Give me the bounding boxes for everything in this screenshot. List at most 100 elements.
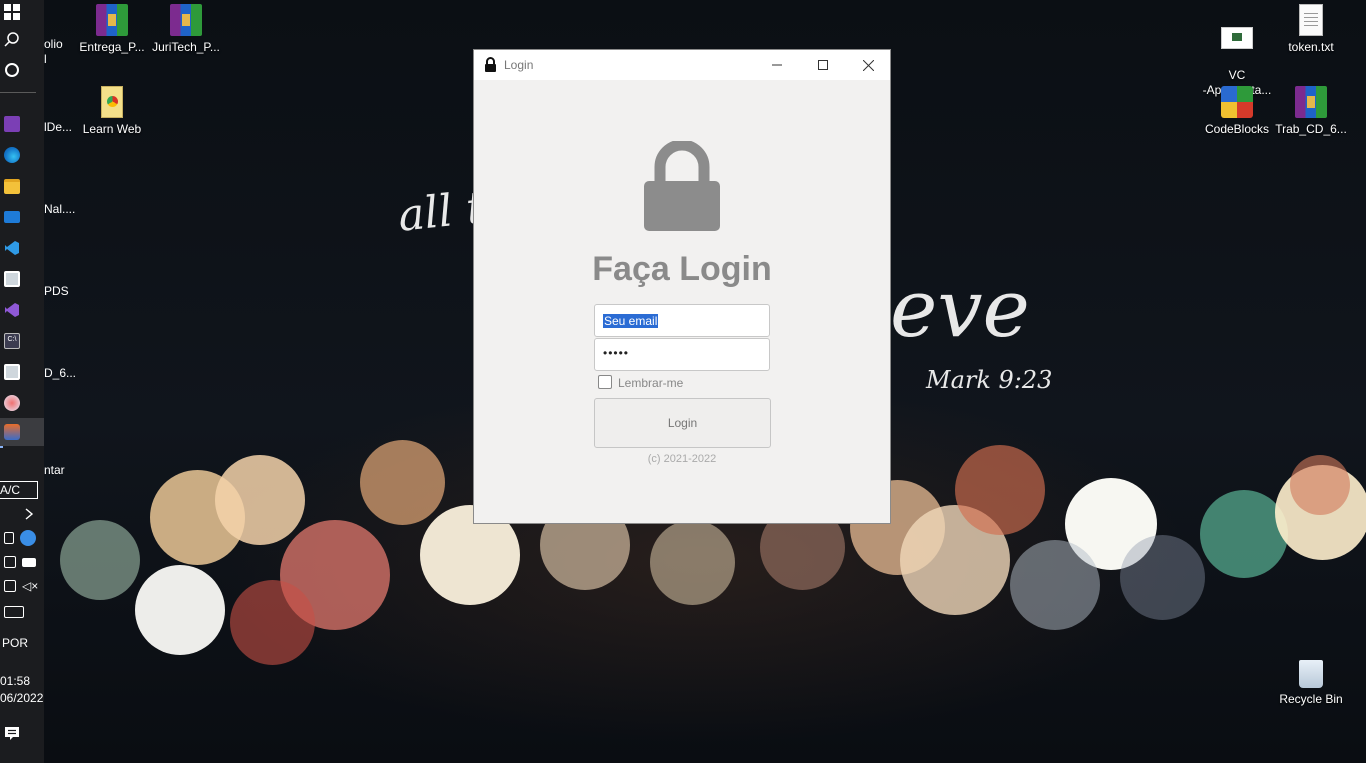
- maximize-icon: [818, 60, 828, 70]
- bokeh-light: [135, 565, 225, 655]
- desktop-icon-label: token.txt: [1288, 40, 1334, 54]
- wallpaper-text-right: eve: [890, 262, 1030, 355]
- clock-time[interactable]: 01:58: [0, 674, 30, 688]
- desktop-icon-entrega[interactable]: Entrega_P...: [74, 4, 150, 55]
- battery-icon[interactable]: [22, 557, 36, 567]
- app-window-icon: [4, 364, 20, 380]
- window-titlebar[interactable]: Login: [474, 50, 890, 80]
- printer-icon[interactable]: [4, 580, 16, 592]
- taskbar-active-indicator: [0, 446, 3, 448]
- touch-keyboard-button[interactable]: [0, 598, 44, 626]
- bokeh-light: [955, 445, 1045, 535]
- taskbar-app-edge[interactable]: [0, 141, 44, 169]
- taskbar-app-java[interactable]: [0, 418, 44, 446]
- desktop-icon-label-partial[interactable]: PDS: [44, 284, 69, 298]
- paint-icon: [4, 395, 20, 411]
- taskbar-app-vscode[interactable]: [0, 234, 44, 262]
- desktop-icon-recycle-bin[interactable]: Recycle Bin: [1273, 660, 1349, 707]
- onedrive-icon[interactable]: [20, 530, 36, 546]
- volume-muted-icon[interactable]: ◁×: [22, 579, 38, 593]
- winrar-icon: [170, 4, 202, 36]
- taskbar-app-mail[interactable]: [0, 203, 44, 231]
- tray-icons-row-3: ◁×: [0, 572, 44, 600]
- minimize-button[interactable]: [754, 50, 800, 80]
- bokeh-light: [650, 520, 735, 605]
- desktop-icon-learn-web[interactable]: Learn Web: [74, 86, 150, 137]
- visual-studio-icon: [5, 303, 19, 317]
- clock-date[interactable]: 06/2022: [0, 691, 43, 705]
- search-button[interactable]: [0, 26, 44, 54]
- login-window: Login Faça Login Seu email ••••• Lembrar…: [473, 49, 891, 524]
- bokeh-light: [360, 440, 445, 525]
- desktop-icon-label-partial[interactable]: olio l: [44, 37, 63, 67]
- maximize-button[interactable]: [800, 50, 846, 80]
- bokeh-light: [1010, 540, 1100, 630]
- bokeh-light: [1290, 455, 1350, 515]
- desktop-icon-label: Entrega_P...: [79, 40, 145, 54]
- email-field[interactable]: Seu email: [594, 304, 770, 337]
- desktop-icon-codeblocks[interactable]: CodeBlocks: [1199, 86, 1275, 137]
- login-button[interactable]: Login: [594, 398, 771, 448]
- lock-icon: [485, 57, 496, 72]
- webcam-icon[interactable]: [4, 532, 14, 544]
- windows-icon: [4, 4, 20, 20]
- password-field[interactable]: •••••: [594, 338, 770, 371]
- desktop-icon-token[interactable]: token.txt: [1273, 4, 1349, 55]
- desktop-icon-trab-cd[interactable]: Trab_CD_6...: [1273, 86, 1349, 137]
- chevron-right-icon: [25, 508, 34, 520]
- taskbar-app-terminal[interactable]: C:\: [0, 327, 44, 355]
- taskbar-app-onenote[interactable]: [0, 110, 44, 138]
- codeblocks-icon: [1221, 86, 1253, 118]
- chrome-shortcut-icon: [101, 86, 123, 118]
- page-title: Faça Login: [592, 250, 772, 288]
- folder-icon: [4, 178, 20, 194]
- close-button[interactable]: [845, 50, 891, 80]
- bokeh-light: [1120, 535, 1205, 620]
- desktop-icon-label: Learn Web: [82, 122, 142, 136]
- onenote-icon: [4, 116, 20, 132]
- taskbar-app-explorer[interactable]: [0, 172, 44, 200]
- notification-icon: [5, 727, 19, 740]
- cortana-icon: [5, 63, 19, 77]
- padlock-icon: [644, 141, 720, 231]
- desktop-icon-label-partial[interactable]: lDe...: [44, 120, 72, 134]
- cortana-button[interactable]: [0, 56, 44, 84]
- winrar-icon: [96, 4, 128, 36]
- remember-me-label[interactable]: Lembrar-me: [618, 376, 683, 390]
- desktop-icon-label: CodeBlocks: [1204, 122, 1270, 136]
- desktop-icon-label: Recycle Bin: [1279, 692, 1343, 706]
- start-button[interactable]: [0, 0, 44, 24]
- vscode-icon: [5, 241, 19, 255]
- bokeh-light: [215, 455, 305, 545]
- edge-icon: [4, 147, 20, 163]
- winrar-icon: [1295, 86, 1327, 118]
- desktop-icon-label-partial[interactable]: Nal....: [44, 202, 75, 216]
- desktop-icon-label-partial[interactable]: ntar: [44, 463, 65, 477]
- text-file-icon: [1299, 4, 1323, 36]
- app-window-icon: [4, 271, 20, 287]
- terminal-icon: C:\: [4, 333, 20, 349]
- desktop-icon-juritech[interactable]: JuriTech_P...: [148, 4, 224, 55]
- taskbar-app-window-2[interactable]: [0, 358, 44, 386]
- network-icon[interactable]: [4, 556, 16, 568]
- java-icon: [4, 424, 20, 440]
- taskbar-app-paint[interactable]: [0, 389, 44, 417]
- minimize-icon: [772, 64, 782, 66]
- bokeh-light: [230, 580, 315, 665]
- taskbar-divider: [0, 92, 36, 93]
- desktop-icon-label-partial[interactable]: D_6...: [44, 366, 76, 380]
- copyright-text: (c) 2021-2022: [647, 453, 717, 465]
- image-file-icon: [1221, 27, 1253, 49]
- remember-me-checkbox[interactable]: [598, 375, 612, 389]
- keyboard-icon: [4, 606, 24, 618]
- recycle-bin-icon: [1299, 660, 1323, 688]
- input-language[interactable]: POR: [2, 636, 28, 650]
- password-field-value: •••••: [603, 346, 630, 360]
- taskbar-app-window[interactable]: [0, 265, 44, 293]
- power-status[interactable]: A/C: [0, 481, 38, 499]
- wallpaper-verse: Mark 9:23: [926, 366, 1053, 394]
- taskbar: C:\ A/C ◁× POR 01:58 06/2022: [0, 0, 44, 763]
- action-center-button[interactable]: [0, 720, 44, 748]
- taskbar-app-visual-studio[interactable]: [0, 296, 44, 324]
- login-button-label: Login: [667, 416, 698, 430]
